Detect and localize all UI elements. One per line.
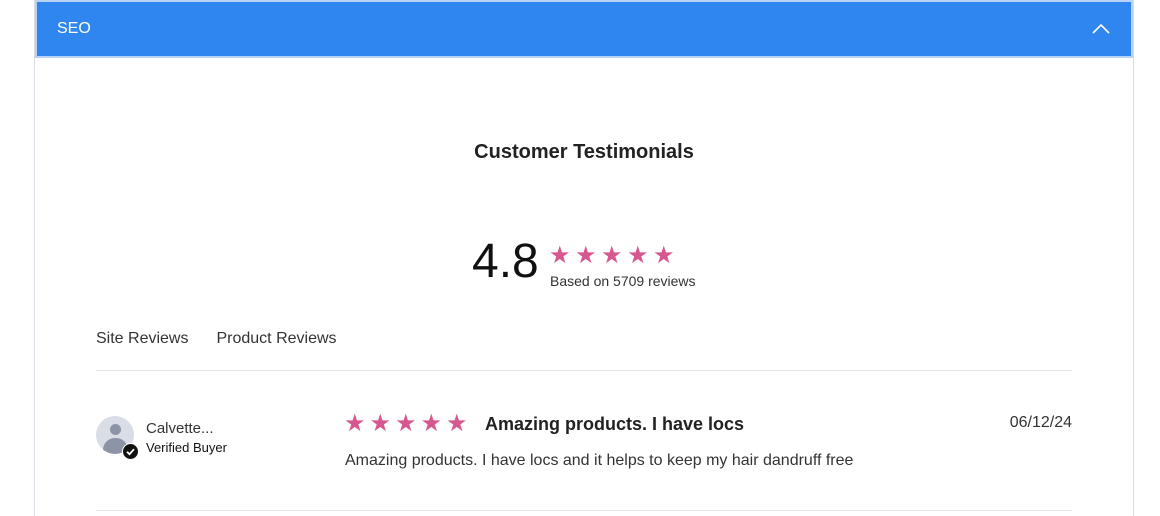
tab-site-reviews[interactable]: Site Reviews bbox=[96, 330, 188, 348]
star-icon: ★ bbox=[446, 410, 468, 437]
review-tabs: Site Reviews Product Reviews bbox=[96, 330, 365, 348]
review-date: 06/12/24 bbox=[1009, 414, 1072, 431]
star-icon: ★ bbox=[395, 410, 417, 437]
review-body: Amazing products. I have locs and it hel… bbox=[345, 452, 854, 469]
review-item: Calvette... Verified Buyer ★ ★ ★ ★ ★ Ama… bbox=[96, 410, 1072, 480]
review-title: Amazing products. I have locs bbox=[485, 414, 745, 434]
star-icon: ★ bbox=[549, 242, 571, 269]
tabs-divider bbox=[96, 370, 1072, 371]
star-icon: ★ bbox=[653, 242, 675, 269]
seo-accordion-header[interactable]: SEO bbox=[35, 0, 1133, 58]
reviewer-name: Calvette... bbox=[146, 420, 214, 437]
star-icon: ★ bbox=[344, 410, 366, 437]
star-icon: ★ bbox=[420, 410, 443, 437]
verified-check-icon bbox=[122, 443, 139, 460]
star-icon: ★ bbox=[627, 242, 649, 269]
average-rating: 4.8 bbox=[472, 235, 539, 288]
star-icon: ★ bbox=[575, 242, 597, 269]
review-count: Based on 5709 reviews bbox=[550, 273, 696, 289]
tab-product-reviews[interactable]: Product Reviews bbox=[216, 330, 336, 348]
average-rating-stars: ★ ★ ★ ★ ★ bbox=[549, 244, 678, 268]
chevron-up-icon[interactable] bbox=[1091, 20, 1111, 36]
verified-buyer-label: Verified Buyer bbox=[146, 440, 227, 455]
section-title: Customer Testimonials bbox=[474, 141, 694, 163]
review-divider bbox=[96, 510, 1072, 511]
avatar-head bbox=[110, 424, 121, 435]
accordion-title: SEO bbox=[57, 20, 91, 37]
review-rating-stars: ★ ★ ★ ★ ★ bbox=[344, 412, 472, 436]
star-icon: ★ bbox=[369, 410, 392, 437]
star-icon: ★ bbox=[601, 242, 623, 269]
seo-panel: SEO Customer Testimonials 4.8 ★ ★ ★ ★ ★ … bbox=[34, 0, 1134, 516]
